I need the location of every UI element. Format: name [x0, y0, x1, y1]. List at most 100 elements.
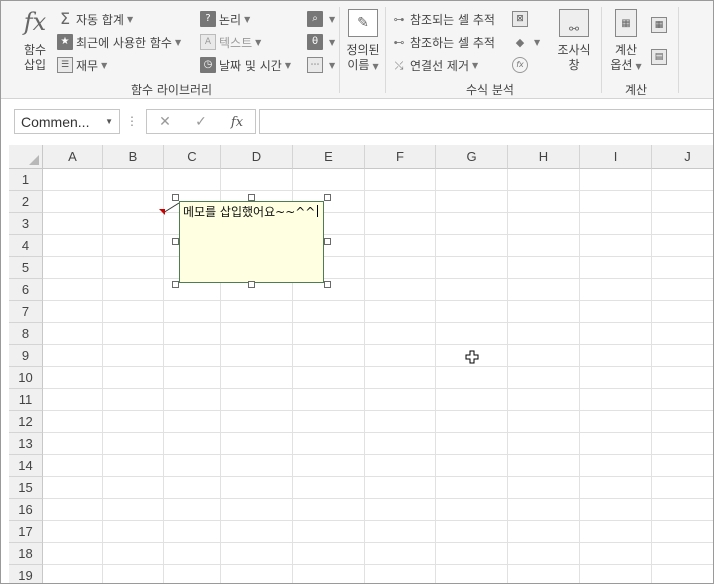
more-functions-button[interactable]: ⋯ ▼	[307, 55, 335, 75]
chevron-down-icon[interactable]: ▼	[105, 117, 113, 126]
formula-bar: Commen... ▼ ⋮ ✕ ✓ fx	[1, 99, 713, 145]
comment-text[interactable]: 메모를 삽입했어요~~^^	[183, 205, 315, 219]
evaluate-formula-button[interactable]: fx	[512, 55, 531, 75]
select-all-corner[interactable]	[9, 145, 43, 169]
clock-icon: ◷	[200, 57, 216, 73]
insert-function-button[interactable]: fx 함수 삽입	[17, 9, 53, 79]
calculation-options-button[interactable]: ▦ 계산 옵션 ▼	[606, 9, 646, 79]
column-header-h[interactable]: H	[508, 145, 580, 169]
column-header-a[interactable]: A	[43, 145, 103, 169]
enter-icon[interactable]: ✓	[189, 113, 213, 131]
resize-handle[interactable]	[324, 238, 331, 245]
autosum-button[interactable]: Σ 자동 합계 ▼	[57, 9, 133, 29]
row-header-10[interactable]: 10	[9, 367, 43, 389]
watch-window-button[interactable]: ⚯ 조사식 창	[554, 9, 594, 79]
name-tag-icon: ✎	[348, 9, 378, 37]
row-header-4[interactable]: 4	[9, 235, 43, 257]
gridline-vertical	[364, 169, 365, 583]
calculate-now-button[interactable]: ▦	[651, 15, 670, 35]
calculate-sheet-button[interactable]: ▤	[651, 47, 670, 67]
trace-precedents-icon: ⊶	[393, 12, 405, 26]
column-header-d[interactable]: D	[221, 145, 293, 169]
row-header-14[interactable]: 14	[9, 455, 43, 477]
column-header-b[interactable]: B	[103, 145, 164, 169]
row-header-19[interactable]: 19	[9, 565, 43, 583]
gridline-horizontal	[43, 476, 713, 477]
cell-select-cursor-icon	[465, 350, 479, 364]
row-header-13[interactable]: 13	[9, 433, 43, 455]
math-theta-icon: θ	[307, 34, 323, 50]
chevron-down-icon: ▼	[534, 37, 541, 47]
column-header-g[interactable]: G	[436, 145, 508, 169]
formula-bar-resize-handle[interactable]: ⋮	[126, 114, 138, 128]
question-icon: ?	[200, 11, 216, 27]
group-label-function-library: 함수 라이브러리	[131, 83, 213, 97]
group-label-formula-auditing: 수식 분석	[466, 83, 514, 97]
gridline-horizontal	[43, 388, 713, 389]
row-header-8[interactable]: 8	[9, 323, 43, 345]
recent-functions-button[interactable]: ★ 최근에 사용한 함수 ▼	[57, 32, 181, 52]
resize-handle[interactable]	[324, 194, 331, 201]
resize-handle[interactable]	[324, 281, 331, 288]
sigma-icon: Σ	[59, 9, 71, 28]
formula-input[interactable]	[259, 109, 713, 134]
row-header-6[interactable]: 6	[9, 279, 43, 301]
gridline-horizontal	[43, 256, 713, 257]
resize-handle[interactable]	[172, 281, 179, 288]
ribbon-separator	[385, 7, 386, 93]
row-header-9[interactable]: 9	[9, 345, 43, 367]
column-header-e[interactable]: E	[293, 145, 365, 169]
insert-function-icon[interactable]: fx	[225, 113, 249, 131]
column-header-j[interactable]: J	[652, 145, 713, 169]
row-header-12[interactable]: 12	[9, 411, 43, 433]
column-header-f[interactable]: F	[365, 145, 436, 169]
logical-button[interactable]: ? 논리 ▼	[200, 9, 250, 29]
name-box[interactable]: Commen... ▼	[14, 109, 120, 134]
row-header-1[interactable]: 1	[9, 169, 43, 191]
worksheet-grid[interactable]: ABCDEFGHIJ 1 2 3 4 5 6 7 8 9 10 11 12 13 14 15 16 17 18 19…	[9, 145, 713, 583]
resize-handle[interactable]	[248, 194, 255, 201]
gridline-horizontal	[43, 432, 713, 433]
gridline-horizontal	[43, 344, 713, 345]
row-header-7[interactable]: 7	[9, 301, 43, 323]
error-checking-button[interactable]: ◆ ▼	[512, 32, 540, 52]
show-formulas-button[interactable]: ⊠	[512, 9, 531, 29]
text-cursor	[317, 205, 319, 217]
gridline-horizontal	[43, 520, 713, 521]
cancel-icon[interactable]: ✕	[153, 113, 177, 131]
resize-handle[interactable]	[172, 194, 179, 201]
row-header-17[interactable]: 17	[9, 521, 43, 543]
gridline-horizontal	[43, 190, 713, 191]
chevron-down-icon: ▼	[126, 14, 134, 24]
trace-dependents-button[interactable]: ⊷ 참조하는 셀 추적	[391, 32, 495, 52]
row-header-5[interactable]: 5	[9, 257, 43, 279]
row-header-3[interactable]: 3	[9, 213, 43, 235]
calculator-icon: ▦	[615, 9, 637, 37]
gridline-vertical	[163, 169, 164, 583]
watch-window-icon: ⚯	[559, 9, 589, 37]
ribbon-separator	[678, 7, 679, 93]
resize-handle[interactable]	[172, 238, 179, 245]
comment-box[interactable]: 메모를 삽입했어요~~^^	[179, 201, 324, 283]
chevron-down-icon: ▼	[255, 37, 262, 47]
gridline-vertical	[579, 169, 580, 583]
text-button[interactable]: A 텍스트 ▼	[200, 32, 261, 52]
row-header-15[interactable]: 15	[9, 477, 43, 499]
gridline-vertical	[651, 169, 652, 583]
financial-button[interactable]: ☰ 재무 ▼	[57, 55, 107, 75]
resize-handle[interactable]	[248, 281, 255, 288]
defined-names-button[interactable]: ✎ 정의된 이름 ▼	[344, 9, 382, 79]
column-header-c[interactable]: C	[164, 145, 221, 169]
datetime-button[interactable]: ◷ 날짜 및 시간 ▼	[200, 55, 291, 75]
trace-precedents-button[interactable]: ⊶ 참조되는 셀 추적	[391, 9, 495, 29]
math-trig-button[interactable]: θ ▼	[307, 32, 335, 52]
lookup-reference-button[interactable]: ⌕ ▼	[307, 9, 335, 29]
row-header-11[interactable]: 11	[9, 389, 43, 411]
remove-arrows-button[interactable]: ⤯ 연결선 제거 ▼	[391, 55, 479, 75]
column-header-i[interactable]: I	[580, 145, 652, 169]
row-header-18[interactable]: 18	[9, 543, 43, 565]
row-header-2[interactable]: 2	[9, 191, 43, 213]
row-header-16[interactable]: 16	[9, 499, 43, 521]
gridline-horizontal	[43, 322, 713, 323]
chevron-down-icon: ▼	[372, 62, 379, 71]
